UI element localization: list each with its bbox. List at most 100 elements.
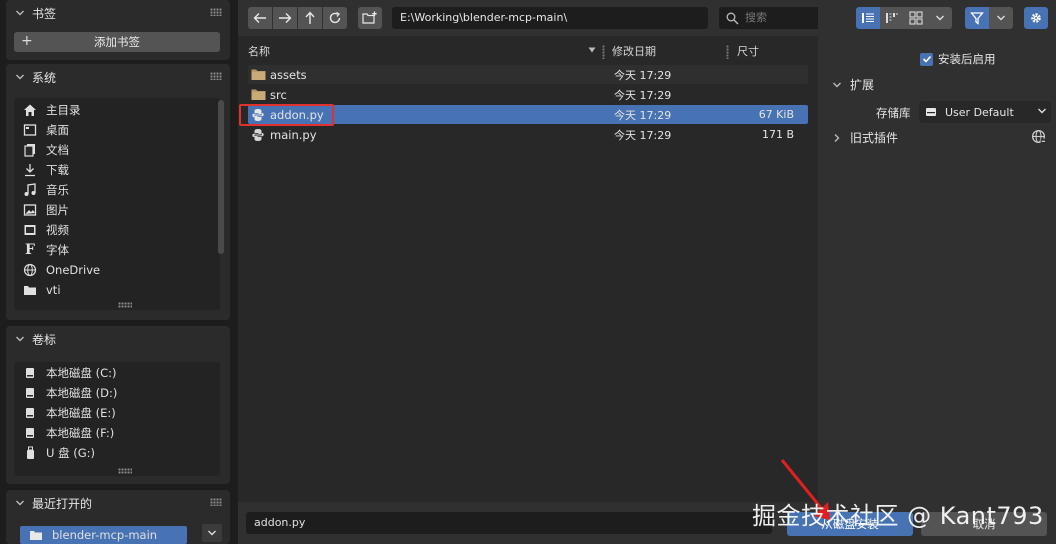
file-row-folder[interactable]: src 今天 17:29 (248, 85, 808, 104)
recent-header[interactable]: 最近打开的 (6, 490, 230, 516)
file-date: 今天 17:29 (614, 68, 672, 82)
sidebar-item-music[interactable]: 音乐 (14, 180, 220, 200)
sort-descending-icon (588, 44, 596, 57)
repository-select[interactable]: User Default (919, 101, 1051, 123)
gear-icon (1031, 13, 1041, 23)
search-placeholder: 搜索 (745, 11, 767, 24)
view-thumbnails-button[interactable] (904, 7, 928, 29)
file-name: src (270, 87, 287, 102)
file-row[interactable]: main.py 今天 17:29 171 B (248, 125, 808, 144)
sidebar-item-usb-g[interactable]: U 盘 (G:) (14, 443, 220, 463)
system-list: 主目录 桌面 文档 下载 音乐 图片 视频 F 字体 OneDrive vti (14, 98, 220, 310)
column-header: 名称 修改日期 尺寸 (238, 41, 810, 61)
new-folder-button[interactable] (358, 7, 382, 29)
sidebar-item-downloads[interactable]: 下载 (14, 160, 220, 180)
refresh-button[interactable] (323, 7, 347, 29)
repository-label: 存储库 (876, 106, 911, 120)
column-name[interactable]: 名称 (248, 43, 270, 59)
folder-icon (250, 87, 266, 103)
file-row-folder[interactable]: assets 今天 17:29 (248, 65, 808, 84)
globe-icon[interactable] (1031, 129, 1046, 147)
settings-button[interactable] (1024, 7, 1048, 29)
repository-icon (925, 106, 937, 118)
bookmarks-title: 书签 (32, 6, 57, 21)
sidebar-item-label: 下载 (46, 163, 69, 177)
filename-input[interactable]: addon.py (246, 512, 772, 534)
display-settings-dropdown[interactable] (928, 7, 952, 29)
usb-icon (22, 445, 38, 461)
parent-directory-button[interactable] (298, 7, 322, 29)
sidebar-item-fonts[interactable]: F 字体 (14, 240, 220, 260)
resize-grip-icon[interactable] (118, 468, 132, 474)
back-button[interactable] (248, 7, 272, 29)
system-scrollbar[interactable] (218, 100, 224, 254)
drag-grip-icon[interactable] (210, 72, 222, 80)
sidebar-item-pictures[interactable]: 图片 (14, 200, 220, 220)
chevron-down-icon (14, 333, 26, 345)
sidebar-item-onedrive[interactable]: OneDrive (14, 260, 220, 280)
column-date[interactable]: 修改日期 (612, 43, 656, 59)
legacy-addons-section-header[interactable]: 旧式插件 (832, 129, 898, 146)
extensions-section-header[interactable]: 扩展 (832, 76, 874, 93)
file-date: 今天 17:29 (614, 128, 672, 142)
file-size: 171 B (761, 128, 794, 141)
disk-icon (22, 425, 38, 441)
extensions-label: 扩展 (850, 78, 875, 92)
filter-dropdown[interactable] (989, 7, 1013, 29)
drag-grip-icon[interactable] (210, 8, 222, 16)
system-panel: 系统 主目录 桌面 文档 下载 音乐 图片 视频 F 字体 OneDrive v… (6, 64, 230, 320)
file-date: 今天 17:29 (614, 88, 672, 102)
file-name: main.py (270, 127, 317, 142)
chevron-down-icon (997, 15, 1005, 21)
volumes-header[interactable]: 卷标 (6, 326, 230, 352)
sidebar-item-label: vti (46, 283, 61, 297)
view-horizontal-list-button[interactable] (880, 7, 904, 29)
grid-icon (909, 11, 923, 25)
enable-on-install-label: 安装后启用 (938, 52, 996, 66)
sidebar-item-label: 主目录 (46, 103, 81, 117)
disk-icon (22, 365, 38, 381)
sidebar-item-disk-e[interactable]: 本地磁盘 (E:) (14, 403, 220, 423)
file-date: 今天 17:29 (614, 108, 672, 122)
recent-panel: 最近打开的 blender-mcp-main (6, 490, 230, 544)
sidebar-item-label: 本地磁盘 (C:) (46, 366, 117, 380)
filter-button[interactable] (965, 7, 989, 29)
sidebar-item-documents[interactable]: 文档 (14, 140, 220, 160)
sidebar-item-label: 图片 (46, 203, 69, 217)
sidebar-item-disk-c[interactable]: 本地磁盘 (C:) (14, 363, 220, 383)
column-separator[interactable] (602, 45, 605, 59)
column-separator[interactable] (726, 45, 729, 59)
bookmarks-panel: 书签 + 添加书签 (6, 0, 230, 60)
view-vertical-list-button[interactable] (856, 7, 880, 29)
sidebar-item-label: 本地磁盘 (E:) (46, 406, 116, 420)
drag-grip-icon[interactable] (210, 498, 222, 506)
column-size[interactable]: 尺寸 (737, 43, 759, 59)
sidebar-item-videos[interactable]: 视频 (14, 220, 220, 240)
system-header[interactable]: 系统 (6, 64, 230, 90)
sidebar-item-disk-d[interactable]: 本地磁盘 (D:) (14, 383, 220, 403)
path-input[interactable]: E:\Working\blender-mcp-main\ (392, 7, 708, 29)
sidebar-item-recent[interactable]: blender-mcp-main (20, 526, 187, 544)
filter-icon (970, 12, 984, 25)
chevron-down-icon (832, 80, 842, 90)
sidebar-item-disk-f[interactable]: 本地磁盘 (F:) (14, 423, 220, 443)
add-bookmark-button[interactable]: + 添加书签 (14, 32, 220, 52)
forward-button[interactable] (273, 7, 297, 29)
recent-dropdown-button[interactable] (202, 524, 222, 542)
watermark: 掘金技术社区 @ Kant793 (752, 502, 1044, 530)
resize-grip-icon[interactable] (118, 302, 132, 308)
enable-on-install-checkbox[interactable]: 安装后启用 (920, 51, 996, 67)
sidebar-item-label: OneDrive (46, 263, 101, 277)
toolbar: E:\Working\blender-mcp-main\ 搜索 (238, 0, 846, 36)
sidebar-item-desktop[interactable]: 桌面 (14, 120, 220, 140)
sidebar-item-home[interactable]: 主目录 (14, 100, 220, 120)
disk-icon (22, 405, 38, 421)
volumes-title: 卷标 (32, 332, 57, 347)
folder-icon (22, 282, 38, 298)
home-icon (22, 102, 38, 118)
sidebar-item-vti[interactable]: vti (14, 280, 220, 300)
checkbox-checked-icon (920, 52, 933, 66)
bookmarks-header[interactable]: 书签 (6, 0, 230, 26)
sidebar-item-label: U 盘 (G:) (46, 446, 95, 460)
add-bookmark-label: 添加书签 (94, 35, 140, 49)
